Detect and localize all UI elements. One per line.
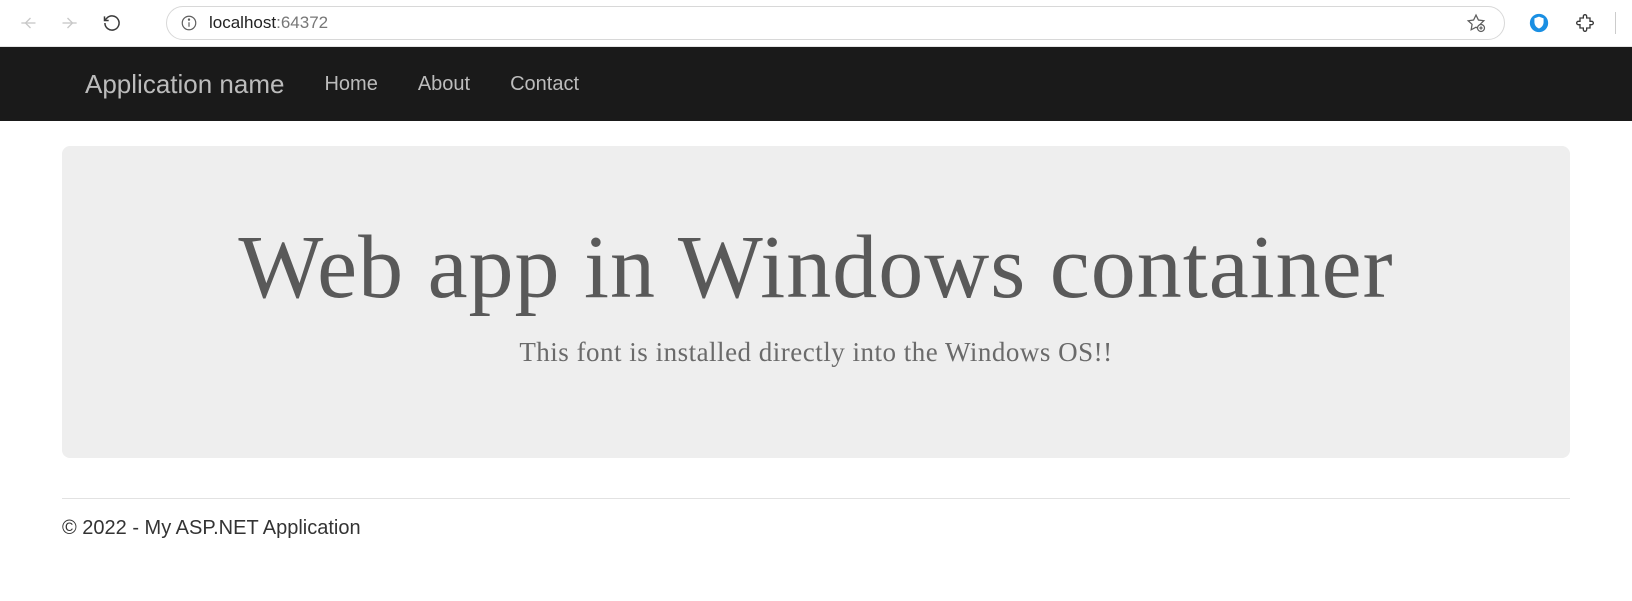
arrow-left-icon [18, 13, 38, 33]
nav-link-contact[interactable]: Contact [510, 73, 579, 96]
extensions-button[interactable] [1569, 7, 1601, 39]
page-content: Web app in Windows container This font i… [0, 121, 1632, 458]
nav-link-about[interactable]: About [418, 73, 470, 96]
url-text: localhost:64372 [209, 13, 328, 33]
toolbar-right [1523, 7, 1622, 39]
star-add-icon [1466, 13, 1486, 33]
info-icon [180, 14, 198, 32]
forward-button[interactable] [52, 5, 88, 41]
address-bar[interactable]: localhost:64372 [166, 6, 1505, 40]
nav-link-home[interactable]: Home [324, 73, 377, 96]
brand-link[interactable]: Application name [85, 69, 284, 100]
site-info-icon[interactable] [179, 13, 199, 33]
refresh-icon [102, 13, 122, 33]
toolbar-divider [1615, 12, 1616, 34]
hero-subtitle: This font is installed directly into the… [102, 337, 1530, 368]
arrow-right-icon [60, 13, 80, 33]
shield-icon [1528, 12, 1550, 34]
puzzle-icon [1575, 13, 1595, 33]
hero-jumbotron: Web app in Windows container This font i… [62, 146, 1570, 458]
refresh-button[interactable] [94, 5, 130, 41]
nav-links: Home About Contact [324, 73, 579, 96]
browser-toolbar: localhost:64372 [0, 0, 1632, 47]
url-host: localhost [209, 13, 276, 33]
extension-shield-button[interactable] [1523, 7, 1555, 39]
footer-text: © 2022 - My ASP.NET Application [0, 499, 1632, 540]
site-navbar: Application name Home About Contact [0, 47, 1632, 121]
back-button[interactable] [10, 5, 46, 41]
favorite-button[interactable] [1460, 7, 1492, 39]
hero-title: Web app in Windows container [102, 216, 1530, 319]
url-port: :64372 [276, 13, 328, 33]
